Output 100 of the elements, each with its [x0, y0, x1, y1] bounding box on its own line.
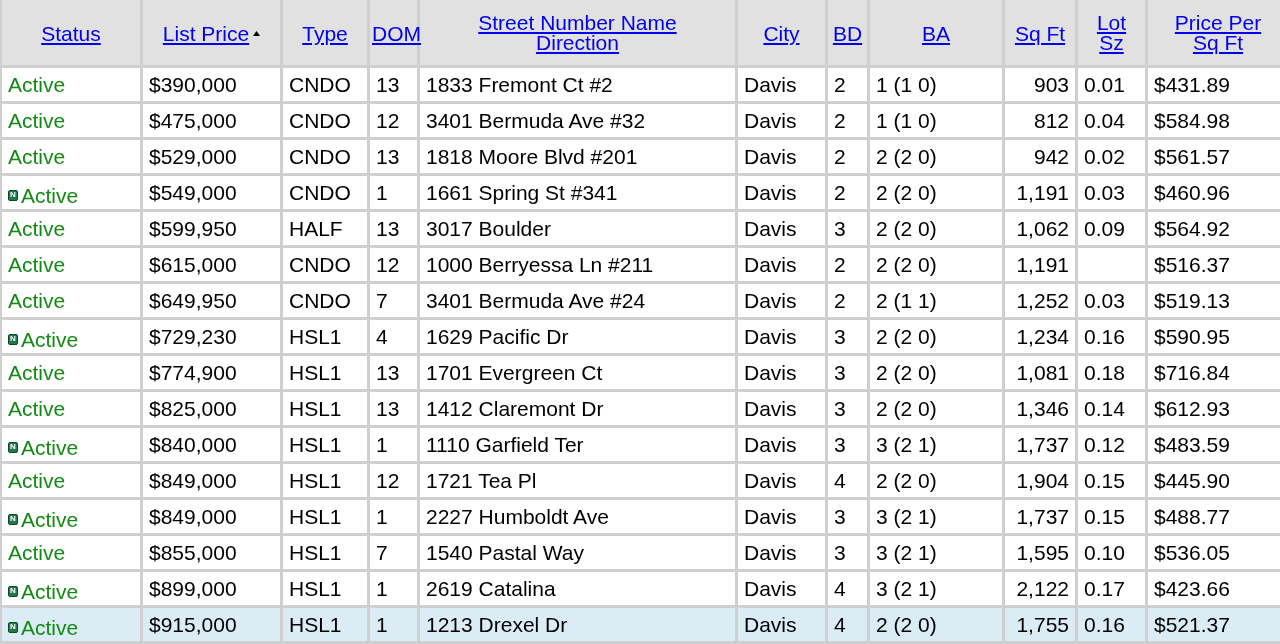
table-cell: 1412 Claremont Dr: [420, 392, 735, 425]
table-cell: 942: [1005, 140, 1075, 173]
table-cell: Davis: [738, 428, 825, 461]
table-cell: 1: [370, 428, 417, 461]
table-cell: 0.04: [1078, 104, 1145, 137]
table-cell: $915,000: [143, 608, 280, 641]
table-cell: 3401 Bermuda Ave #32: [420, 104, 735, 137]
table-cell: 1,252: [1005, 284, 1075, 317]
status-text: Active: [21, 580, 79, 602]
table-cell: 0.15: [1078, 464, 1145, 497]
column-sort-link[interactable]: Price Per Sq Ft: [1164, 12, 1272, 53]
table-cell: 1,346: [1005, 392, 1075, 425]
status-text: Active: [8, 470, 66, 491]
table-cell: $390,000: [143, 68, 280, 101]
table-cell: 13: [370, 356, 417, 389]
column-sort-link[interactable]: Lot Sz: [1083, 12, 1140, 53]
column-sort-link[interactable]: Sq Ft: [1014, 23, 1066, 44]
table-cell: Davis: [738, 608, 825, 641]
table-cell: 812: [1005, 104, 1075, 137]
table-cell: 0.10: [1078, 536, 1145, 569]
table-cell: 1721 Tea Pl: [420, 464, 735, 497]
table-cell: 2227 Humboldt Ave: [420, 500, 735, 533]
column-sort-link[interactable]: Status: [41, 23, 101, 44]
table-cell: 4: [828, 608, 867, 641]
table-cell: 1,737: [1005, 428, 1075, 461]
table-cell: $840,000: [143, 428, 280, 461]
table-cell: $536.05: [1148, 536, 1280, 569]
table-cell: 2: [828, 284, 867, 317]
table-cell: HSL1: [283, 464, 367, 497]
table-cell: $445.90: [1148, 464, 1280, 497]
table-cell: $423.66: [1148, 572, 1280, 605]
table-cell: Davis: [738, 320, 825, 353]
table-cell: 1,737: [1005, 500, 1075, 533]
table-cell: 3: [828, 428, 867, 461]
status-text: Active: [8, 254, 66, 275]
table-cell: 2 (2 0): [870, 320, 1002, 353]
table-cell: 1: [370, 176, 417, 209]
table-cell: HSL1: [283, 392, 367, 425]
table-cell: 2 (2 0): [870, 176, 1002, 209]
table-cell: Davis: [738, 212, 825, 245]
column-sort-link[interactable]: BA: [922, 23, 950, 44]
table-cell: 4: [828, 572, 867, 605]
table-cell: 3: [828, 500, 867, 533]
column-sort-link[interactable]: List Price: [162, 23, 250, 44]
column-sort-link[interactable]: DOM: [372, 23, 421, 44]
status-text: Active: [21, 508, 79, 530]
column-sort-link[interactable]: Street Number Name Direction: [457, 12, 698, 53]
table-cell: 1,191: [1005, 248, 1075, 281]
table-cell: $849,000: [143, 500, 280, 533]
table-cell: 2 (2 0): [870, 140, 1002, 173]
table-cell: 1701 Evergreen Ct: [420, 356, 735, 389]
table-cell: HSL1: [283, 428, 367, 461]
table-cell: 1,595: [1005, 536, 1075, 569]
table-cell: Davis: [738, 284, 825, 317]
new-badge: N: [8, 621, 18, 633]
table-cell: HSL1: [283, 320, 367, 353]
table-cell: CNDO: [283, 248, 367, 281]
new-badge: N: [8, 585, 18, 597]
column-sort-link[interactable]: BD: [832, 23, 863, 44]
table-cell: 3: [828, 212, 867, 245]
table-cell: 2,122: [1005, 572, 1075, 605]
table-cell: 1629 Pacific Dr: [420, 320, 735, 353]
table-cell: 0.17: [1078, 572, 1145, 605]
new-badge: N: [8, 441, 18, 453]
status-text: Active: [21, 436, 79, 458]
table-cell: 3: [828, 392, 867, 425]
status-text: Active: [21, 328, 79, 350]
table-cell: $612.93: [1148, 392, 1280, 425]
table-cell: $849,000: [143, 464, 280, 497]
status-text: Active: [8, 290, 66, 311]
table-cell: 2: [828, 104, 867, 137]
table-cell: Davis: [738, 356, 825, 389]
table-cell: 0.16: [1078, 320, 1145, 353]
table-cell: HSL1: [283, 536, 367, 569]
table-cell: 1540 Pastal Way: [420, 536, 735, 569]
table-cell: $475,000: [143, 104, 280, 137]
table-cell: 1,904: [1005, 464, 1075, 497]
table-cell: Davis: [738, 464, 825, 497]
new-badge: N: [8, 189, 18, 201]
table-cell: $855,000: [143, 536, 280, 569]
table-cell: $716.84: [1148, 356, 1280, 389]
table-cell: 1 (1 0): [870, 68, 1002, 101]
table-cell: 1,081: [1005, 356, 1075, 389]
table-cell: 2: [828, 140, 867, 173]
status-text: Active: [8, 218, 66, 239]
table-cell: Davis: [738, 572, 825, 605]
table-cell: 1,755: [1005, 608, 1075, 641]
status-text: Active: [8, 542, 66, 563]
table-cell: 13: [370, 212, 417, 245]
table-cell: CNDO: [283, 68, 367, 101]
table-cell: 1 (1 0): [870, 104, 1002, 137]
table-cell: 2: [828, 68, 867, 101]
table-cell: 1,234: [1005, 320, 1075, 353]
table-cell: $590.95: [1148, 320, 1280, 353]
table-cell: Davis: [738, 104, 825, 137]
column-sort-link[interactable]: Type: [302, 23, 348, 44]
table-cell: 3401 Bermuda Ave #24: [420, 284, 735, 317]
table-cell: 1: [370, 500, 417, 533]
column-sort-link[interactable]: City: [763, 23, 800, 44]
table-cell: $519.13: [1148, 284, 1280, 317]
